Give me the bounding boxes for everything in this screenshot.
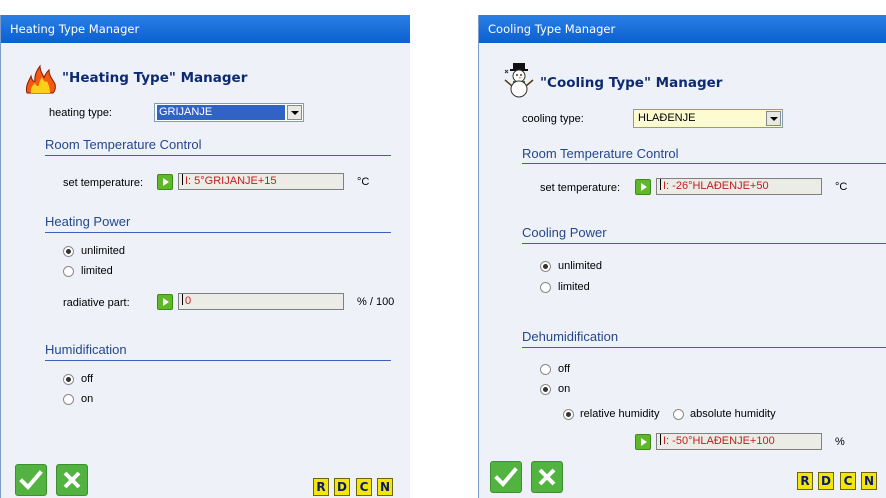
r-button[interactable]: R bbox=[797, 472, 813, 490]
power-limited-label: limited bbox=[81, 265, 113, 277]
heating-type-manager-window: Heating Type Manager "Heating Type" Mana… bbox=[0, 15, 410, 498]
play-icon[interactable] bbox=[635, 434, 651, 450]
window-title: Heating Type Manager bbox=[1, 15, 410, 43]
dialog-header: "Cooling Type" Manager bbox=[540, 75, 723, 91]
humidification-on-label: on bbox=[81, 393, 94, 405]
dehumidification-on-label: on bbox=[558, 383, 571, 395]
radiative-part-label: radiative part: bbox=[63, 297, 130, 309]
set-temperature-value: I: -26°HLAĐENJE+50 bbox=[663, 180, 769, 192]
heating-power-section-title: Heating Power bbox=[45, 214, 131, 229]
cooling-type-manager-window: Cooling Type Manager "Cooling Type" Mana… bbox=[478, 15, 886, 498]
cooling-type-select[interactable]: HLAĐENJE bbox=[633, 109, 783, 128]
radiative-part-value: 0 bbox=[185, 295, 192, 307]
humidity-unit: % bbox=[835, 436, 845, 448]
humidity-value-field[interactable]: I: -50°HLAĐENJE+100 bbox=[656, 433, 822, 450]
room-temperature-section-title: Room Temperature Control bbox=[45, 137, 202, 152]
heating-type-select[interactable]: GRIJANJE bbox=[154, 103, 304, 122]
set-temperature-label: set temperature: bbox=[63, 177, 144, 189]
n-button[interactable]: N bbox=[861, 472, 877, 490]
relative-humidity-radio[interactable] bbox=[563, 409, 574, 420]
section-divider bbox=[522, 163, 886, 164]
power-limited-label: limited bbox=[558, 281, 590, 293]
humidification-off-radio[interactable] bbox=[63, 374, 74, 385]
power-unlimited-label: unlimited bbox=[81, 245, 126, 257]
text-caret bbox=[182, 294, 183, 305]
dehumidification-off-radio[interactable] bbox=[540, 364, 551, 375]
power-unlimited-radio[interactable] bbox=[540, 261, 551, 272]
set-temperature-field[interactable]: I: 5°GRIJANJE+15 bbox=[178, 173, 344, 190]
close-icon bbox=[63, 471, 81, 489]
set-temperature-value: I: 5°GRIJANJE+15 bbox=[185, 175, 277, 187]
text-caret bbox=[660, 434, 661, 445]
cancel-button[interactable] bbox=[531, 461, 563, 493]
play-icon[interactable] bbox=[157, 174, 173, 190]
chevron-down-icon[interactable] bbox=[766, 111, 781, 126]
absolute-humidity-radio[interactable] bbox=[673, 409, 684, 420]
temperature-unit: °C bbox=[835, 181, 848, 193]
set-temperature-label: set temperature: bbox=[540, 182, 621, 194]
snowman-icon bbox=[504, 63, 534, 98]
d-button[interactable]: D bbox=[818, 472, 834, 490]
dehumidification-on-radio[interactable] bbox=[540, 384, 551, 395]
checkmark-icon bbox=[494, 467, 518, 487]
humidification-off-label: off bbox=[81, 373, 94, 385]
text-caret bbox=[660, 179, 661, 190]
relative-humidity-label: relative humidity bbox=[580, 408, 660, 420]
heating-type-label: heating type: bbox=[49, 107, 112, 119]
section-divider bbox=[45, 360, 391, 361]
section-divider bbox=[522, 347, 886, 348]
humidification-section-title: Humidification bbox=[45, 342, 127, 357]
section-divider bbox=[522, 243, 886, 244]
play-icon[interactable] bbox=[157, 294, 173, 310]
power-unlimited-radio[interactable] bbox=[63, 246, 74, 257]
n-button[interactable]: N bbox=[377, 478, 393, 496]
section-divider bbox=[45, 155, 391, 156]
cooling-power-section-title: Cooling Power bbox=[522, 225, 607, 240]
chevron-down-icon[interactable] bbox=[287, 105, 302, 120]
power-limited-radio[interactable] bbox=[63, 266, 74, 277]
ok-button[interactable] bbox=[15, 464, 47, 496]
absolute-humidity-label: absolute humidity bbox=[690, 408, 776, 420]
dehumidification-off-label: off bbox=[558, 363, 571, 375]
temperature-unit: °C bbox=[357, 176, 370, 188]
window-title: Cooling Type Manager bbox=[479, 15, 886, 43]
d-button[interactable]: D bbox=[334, 478, 350, 496]
power-unlimited-label: unlimited bbox=[558, 260, 603, 272]
heating-type-value: GRIJANJE bbox=[157, 105, 285, 120]
r-button[interactable]: R bbox=[313, 478, 329, 496]
dialog-header: "Heating Type" Manager bbox=[62, 70, 248, 86]
radiative-unit: % / 100 bbox=[357, 296, 395, 308]
c-button[interactable]: C bbox=[356, 478, 372, 496]
ok-button[interactable] bbox=[490, 461, 522, 493]
cancel-button[interactable] bbox=[56, 464, 88, 496]
cooling-type-label: cooling type: bbox=[522, 113, 584, 125]
humidity-value: I: -50°HLAĐENJE+100 bbox=[663, 435, 775, 447]
close-icon bbox=[538, 468, 556, 486]
set-temperature-field[interactable]: I: -26°HLAĐENJE+50 bbox=[656, 178, 822, 195]
text-caret bbox=[182, 174, 183, 185]
section-divider bbox=[45, 232, 391, 233]
cooling-type-value: HLAĐENJE bbox=[638, 112, 696, 124]
humidification-on-radio[interactable] bbox=[63, 394, 74, 405]
radiative-part-field[interactable]: 0 bbox=[178, 293, 344, 310]
dehumidification-section-title: Dehumidification bbox=[522, 329, 619, 344]
play-icon[interactable] bbox=[635, 179, 651, 195]
flame-icon bbox=[26, 64, 56, 94]
c-button[interactable]: C bbox=[840, 472, 856, 490]
room-temperature-section-title: Room Temperature Control bbox=[522, 146, 679, 161]
power-limited-radio[interactable] bbox=[540, 282, 551, 293]
checkmark-icon bbox=[19, 470, 43, 490]
